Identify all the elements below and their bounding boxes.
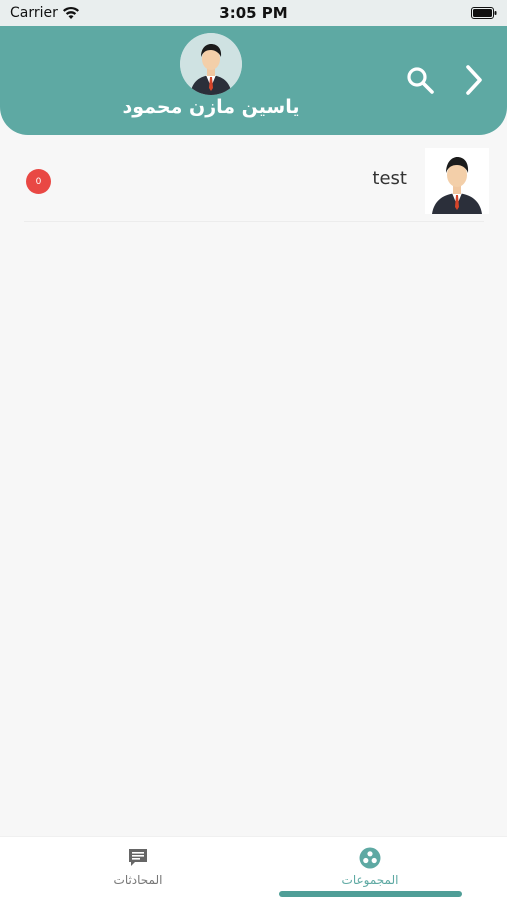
status-bar: Carrier 3:05 PM (0, 0, 507, 26)
battery-icon (471, 7, 497, 19)
group-title: test (372, 168, 407, 189)
profile-name: ياسين مازن محمود (122, 96, 300, 118)
unread-badge: 0 (26, 169, 51, 194)
businessman-avatar-icon (180, 33, 242, 95)
tab-label: المجموعات (341, 873, 399, 887)
chat-icon (129, 849, 147, 866)
group-avatar (425, 148, 489, 214)
tab-chats[interactable]: المحادثات (78, 837, 198, 900)
search-icon[interactable] (404, 64, 436, 96)
profile-avatar[interactable] (180, 33, 242, 95)
chevron-right-icon[interactable] (460, 62, 488, 98)
groups-icon (359, 847, 381, 869)
tab-label: المحادثات (113, 873, 163, 887)
active-tab-indicator (279, 891, 462, 897)
list-divider (24, 221, 484, 222)
businessman-avatar-icon (425, 148, 489, 214)
status-time: 3:05 PM (219, 4, 288, 22)
